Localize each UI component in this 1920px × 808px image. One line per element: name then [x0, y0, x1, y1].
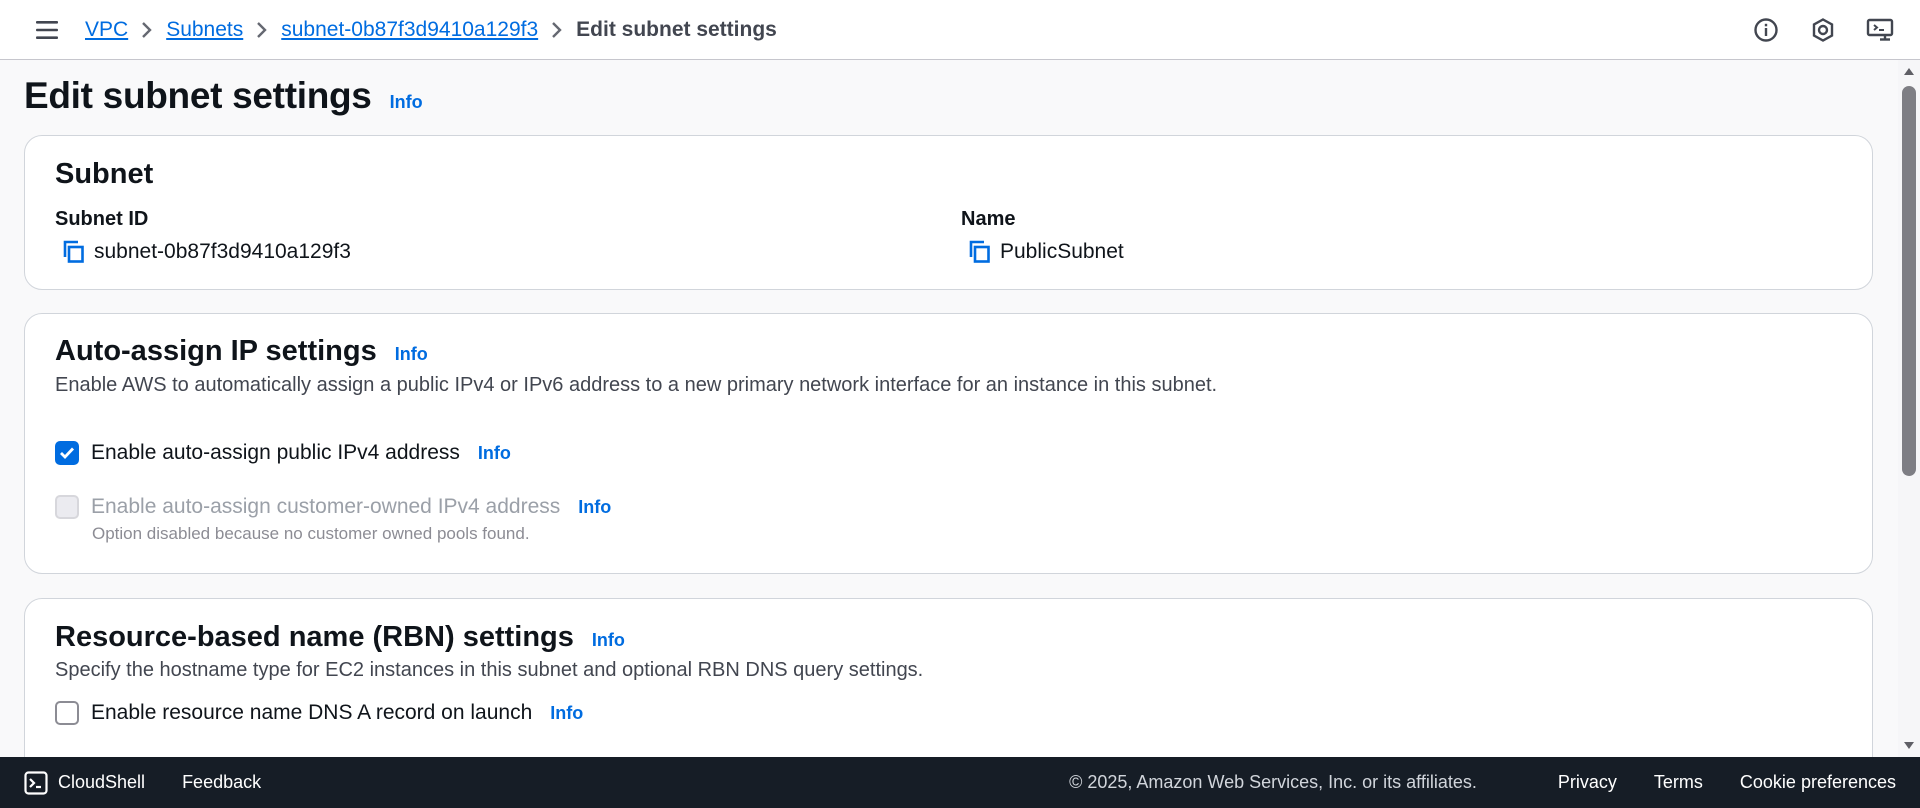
header-tools: [1750, 14, 1896, 46]
scroll-up-arrow-icon[interactable]: [1903, 66, 1915, 76]
page-header: Edit subnet settings Info: [24, 75, 423, 117]
auto-assign-description: Enable AWS to automatically assign a pub…: [55, 374, 1218, 396]
subnet-name-label: Name: [961, 208, 1016, 230]
feedback-link[interactable]: Feedback: [182, 772, 261, 793]
copyright-text: © 2025, Amazon Web Services, Inc. or its…: [1069, 772, 1477, 792]
copy-icon[interactable]: [964, 237, 994, 267]
customer-owned-ipv4-checkbox: [55, 495, 79, 519]
privacy-link[interactable]: Privacy: [1558, 772, 1617, 793]
terminal-icon: [24, 770, 48, 795]
footer-right: © 2025, Amazon Web Services, Inc. or its…: [1069, 757, 1896, 808]
auto-assign-ip-card: Auto-assign IP settings Info Enable AWS …: [24, 313, 1873, 574]
auto-assign-info-link[interactable]: Info: [395, 344, 428, 365]
dns-a-record-option: Enable resource name DNS A record on lau…: [55, 701, 583, 725]
breadcrumb: VPC Subnets subnet-0b87f3d9410a129f3 Edi…: [85, 18, 777, 42]
top-navigation-bar: VPC Subnets subnet-0b87f3d9410a129f3 Edi…: [0, 0, 1920, 60]
public-ipv4-option: Enable auto-assign public IPv4 address I…: [55, 441, 511, 465]
page-title: Edit subnet settings: [24, 75, 372, 116]
breadcrumb-vpc-link[interactable]: VPC: [85, 18, 128, 42]
console-footer: CloudShell Feedback © 2025, Amazon Web S…: [0, 757, 1920, 808]
dns-a-record-label[interactable]: Enable resource name DNS A record on lau…: [91, 701, 532, 725]
cloudshell-button[interactable]: CloudShell: [24, 770, 146, 795]
rbn-header: Resource-based name (RBN) settings Info: [55, 621, 625, 654]
auto-assign-title: Auto-assign IP settings: [55, 335, 377, 367]
dns-a-record-checkbox[interactable]: [55, 701, 79, 725]
rbn-title: Resource-based name (RBN) settings: [55, 621, 574, 653]
chevron-right-icon: [538, 21, 576, 39]
subnet-name-value: PublicSubnet: [1000, 240, 1124, 263]
customer-owned-ipv4-info-link[interactable]: Info: [578, 497, 611, 518]
chevron-right-icon: [128, 21, 166, 39]
rbn-settings-card: Resource-based name (RBN) settings Info …: [24, 598, 1873, 757]
breadcrumb-subnets-link[interactable]: Subnets: [166, 18, 243, 42]
subnet-name-value-row: PublicSubnet: [961, 237, 1124, 267]
subnet-name-field: Name PublicSubnet: [961, 208, 1124, 267]
scrollbar-thumb[interactable]: [1902, 86, 1916, 476]
scroll-down-arrow-icon[interactable]: [1903, 741, 1915, 751]
customer-owned-ipv4-label: Enable auto-assign customer-owned IPv4 a…: [91, 495, 561, 518]
page-info-link[interactable]: Info: [390, 92, 423, 113]
cookie-preferences-link[interactable]: Cookie preferences: [1740, 772, 1896, 793]
screen-share-icon[interactable]: [1864, 14, 1896, 46]
rbn-info-link[interactable]: Info: [592, 630, 625, 651]
customer-owned-ipv4-hint: Option disabled because no customer owne…: [92, 524, 530, 543]
breadcrumb-current-page: Edit subnet settings: [576, 17, 777, 41]
info-icon[interactable]: [1750, 14, 1782, 46]
hamburger-menu-icon[interactable]: [31, 14, 63, 46]
public-ipv4-checkbox[interactable]: [55, 441, 79, 465]
public-ipv4-label[interactable]: Enable auto-assign public IPv4 address: [91, 441, 460, 465]
main-content: Edit subnet settings Info Subnet Subnet …: [0, 60, 1898, 757]
public-ipv4-info-link[interactable]: Info: [478, 443, 511, 464]
subnet-id-label: Subnet ID: [55, 208, 149, 230]
vertical-scrollbar[interactable]: [1898, 60, 1920, 757]
terms-link[interactable]: Terms: [1654, 772, 1703, 793]
customer-owned-ipv4-option: Enable auto-assign customer-owned IPv4 a…: [55, 495, 611, 519]
chevron-right-icon: [243, 21, 281, 39]
subnet-details-card: Subnet Subnet ID subnet-0b87f3d9410a129f…: [24, 135, 1873, 290]
subnet-id-field: Subnet ID subnet-0b87f3d9410a129f3: [55, 208, 351, 267]
notifications-icon[interactable]: [1807, 14, 1839, 46]
subnet-id-value: subnet-0b87f3d9410a129f3: [94, 240, 351, 263]
subnet-id-value-row: subnet-0b87f3d9410a129f3: [55, 237, 351, 267]
copy-icon[interactable]: [58, 237, 88, 267]
dns-a-record-info-link[interactable]: Info: [550, 703, 583, 724]
rbn-description: Specify the hostname type for EC2 instan…: [55, 659, 924, 681]
breadcrumb-subnet-id-link[interactable]: subnet-0b87f3d9410a129f3: [281, 18, 538, 42]
cloudshell-label: CloudShell: [58, 772, 146, 792]
auto-assign-header: Auto-assign IP settings Info: [55, 335, 428, 368]
subnet-card-title: Subnet: [55, 158, 154, 190]
